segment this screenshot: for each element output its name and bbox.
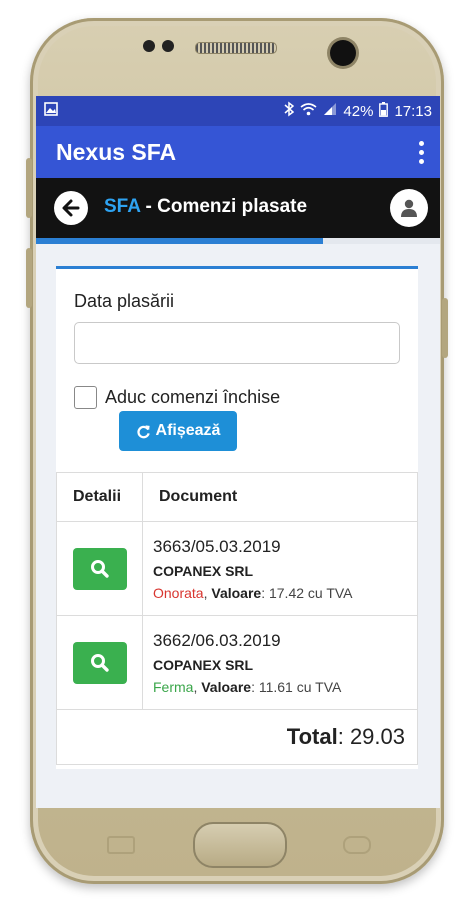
document-number: 3663/05.03.2019	[153, 536, 281, 556]
order-value: : 17.42 cu TVA	[261, 584, 353, 601]
sensor-dot	[162, 40, 174, 52]
closed-orders-label: Aduc comenzi închise	[105, 387, 281, 407]
power-button	[442, 298, 448, 358]
date-input[interactable]	[74, 322, 400, 364]
back-button[interactable]	[54, 191, 88, 225]
page-title-prefix: SFA	[104, 196, 141, 217]
orders-table: Detalii Document 3663/05.03.2019 COPANEX…	[56, 472, 418, 765]
order-status: Onorata	[153, 584, 204, 601]
company-name: COPANEX SRL	[153, 562, 254, 579]
search-icon	[90, 559, 109, 578]
image-icon	[44, 102, 58, 120]
progress-fill	[36, 238, 323, 244]
header-details: Detalii	[56, 472, 143, 522]
header-document: Document	[142, 472, 418, 522]
front-camera	[330, 40, 356, 66]
status-bar: 42% 17:13	[36, 96, 440, 126]
battery-icon	[379, 101, 389, 121]
order-line: Onorata, Valoare: 17.42 cu TVA	[153, 584, 353, 601]
wifi-icon	[300, 102, 317, 120]
bluetooth-icon	[284, 101, 295, 121]
total-label: Total	[286, 724, 338, 749]
bixby-button	[26, 248, 32, 308]
page-header: SFA - Comenzi plasate	[36, 178, 440, 238]
recent-apps-key	[107, 836, 135, 854]
order-status: Ferma	[153, 678, 194, 695]
closed-orders-row: Aduc comenzi închise	[74, 386, 280, 409]
show-button-label: Afișează	[155, 422, 221, 439]
details-cell	[56, 615, 143, 710]
progress-bar	[36, 238, 440, 244]
document-number: 3662/06.03.2019	[153, 630, 281, 650]
table-row: 3662/06.03.2019 COPANEX SRL Ferma, Valoa…	[56, 615, 418, 710]
search-icon	[90, 653, 109, 672]
order-line: Ferma, Valoare: 11.61 cu TVA	[153, 678, 342, 695]
volume-button	[26, 158, 32, 218]
closed-orders-checkbox[interactable]	[74, 386, 97, 409]
date-label: Data plasării	[74, 291, 175, 311]
app-title: Nexus SFA	[56, 138, 177, 165]
earpiece-speaker	[195, 42, 277, 54]
show-button[interactable]: Afișează	[119, 411, 237, 451]
refresh-icon	[136, 424, 150, 438]
company-name: COPANEX SRL	[153, 656, 254, 673]
user-button[interactable]	[390, 189, 428, 227]
user-icon	[401, 199, 417, 217]
page-title: SFA - Comenzi plasate	[104, 196, 307, 218]
document-cell: 3662/06.03.2019 COPANEX SRL Ferma, Valoa…	[142, 615, 418, 710]
screen: 42% 17:13 Nexus SFA SFA - Comenzi plasat…	[36, 96, 440, 808]
back-key	[343, 836, 371, 854]
clock: 17:13	[394, 102, 432, 120]
home-button	[193, 822, 287, 868]
value-label: Valoare	[201, 678, 252, 695]
table-header-row: Detalii Document	[56, 472, 418, 522]
orders-card: Data plasării Aduc comenzi închise Afișe…	[56, 266, 418, 769]
sensor-dot	[143, 40, 155, 52]
more-vert-icon[interactable]	[415, 137, 428, 168]
view-details-button[interactable]	[72, 641, 127, 684]
page-title-suffix: - Comenzi plasate	[140, 196, 308, 217]
details-cell	[56, 521, 143, 616]
document-cell: 3663/05.03.2019 COPANEX SRL Onorata, Val…	[142, 521, 418, 616]
battery-level: 42%	[343, 102, 374, 120]
total-row: Total: 29.03	[56, 709, 418, 765]
signal-icon	[323, 102, 337, 120]
app-bar: Nexus SFA	[36, 126, 440, 178]
total-value: : 29.03	[337, 724, 405, 749]
view-details-button[interactable]	[72, 547, 127, 590]
value-label: Valoare	[211, 584, 262, 601]
order-value: : 11.61 cu TVA	[251, 678, 342, 695]
total-cell: Total: 29.03	[56, 709, 418, 765]
table-row: 3663/05.03.2019 COPANEX SRL Onorata, Val…	[56, 521, 418, 616]
arrow-left-icon	[62, 199, 80, 217]
